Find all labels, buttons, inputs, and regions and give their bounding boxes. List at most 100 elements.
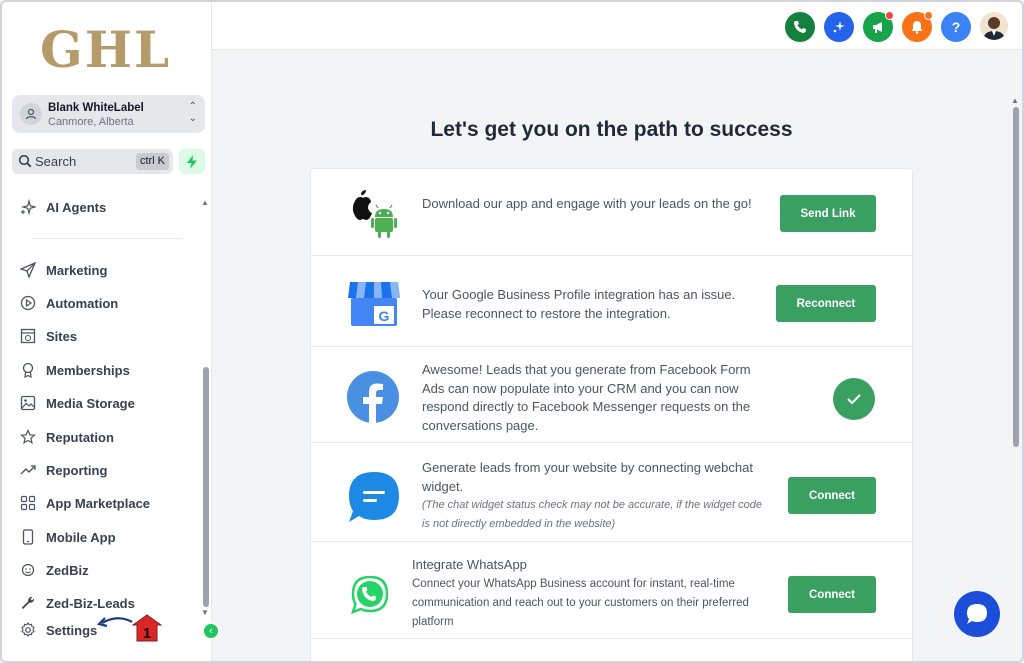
google-business-icon: G <box>348 282 400 326</box>
sidebar-item-zedbiz[interactable]: ZedBiz <box>18 559 193 581</box>
onboarding-card: Download our app and engage with your le… <box>310 168 913 661</box>
list-item: G Your Google Business Profile integrati… <box>311 256 912 347</box>
sidebar-scroll-down-icon[interactable]: ▼ <box>201 608 209 617</box>
svg-text:G: G <box>379 308 390 324</box>
sidebar-item-sites[interactable]: Sites <box>18 325 193 347</box>
bell-icon <box>911 21 923 34</box>
list-item: Generate leads from your website by conn… <box>311 443 912 542</box>
main-scroll-up-icon[interactable]: ▲ <box>1011 96 1019 105</box>
sidebar-divider <box>32 238 182 239</box>
sites-icon <box>18 326 38 346</box>
send-icon <box>18 260 38 280</box>
wrench-icon <box>18 593 38 613</box>
help-button[interactable]: ? <box>941 12 971 42</box>
row-description: Connect your WhatsApp Business account f… <box>412 577 749 628</box>
megaphone-icon <box>873 22 882 33</box>
sidebar-item-label: Reporting <box>46 462 108 478</box>
chat-widget-button[interactable] <box>954 591 1000 637</box>
sidebar-item-label: App Marketplace <box>46 495 151 511</box>
sidebar-item-label: Sites <box>46 328 78 344</box>
sidebar-item-label: Media Storage <box>46 395 135 411</box>
notifications-button[interactable] <box>902 11 933 42</box>
completed-check-icon <box>833 378 875 420</box>
sidebar-item-mobile-app[interactable]: Mobile App <box>18 526 193 548</box>
announcements-button[interactable] <box>863 11 894 42</box>
trend-icon <box>18 460 38 480</box>
notification-dot <box>924 11 933 20</box>
search-shortcut: ctrl K <box>135 153 169 170</box>
send-link-button[interactable]: Send Link <box>780 195 876 232</box>
sidebar-item-label: AI Agents <box>46 199 107 215</box>
webchat-icon <box>349 472 399 522</box>
row-description: Awesome! Leads that you generate from Fa… <box>422 362 751 433</box>
sidebar-item-zed-biz-leads[interactable]: Zed-Biz-Leads <box>18 592 193 614</box>
sidebar-item-label: Zed-Biz-Leads <box>46 595 135 611</box>
location-address: Canmore, Alberta <box>48 116 134 128</box>
phone-icon <box>794 21 806 33</box>
sidebar-item-reporting[interactable]: Reporting <box>18 459 193 481</box>
location-name: Blank WhiteLabel <box>48 102 144 114</box>
sidebar-item-label: Marketing <box>46 262 108 278</box>
row-description-block: Generate leads from your website by conn… <box>422 459 767 534</box>
row-description-block: Integrate WhatsApp Connect your WhatsApp… <box>412 556 762 632</box>
search-box[interactable]: Search ctrl K <box>12 149 173 174</box>
award-icon <box>18 360 38 380</box>
user-avatar[interactable] <box>980 12 1008 40</box>
reconnect-button[interactable]: Reconnect <box>776 285 876 322</box>
sidebar: GHL Blank WhiteLabel Canmore, Alberta ⌃ ⌄… <box>2 2 212 661</box>
search-icon <box>18 154 32 168</box>
gear-icon <box>18 620 38 640</box>
sidebar-item-label: Mobile App <box>46 529 116 545</box>
sidebar-item-reputation[interactable]: Reputation <box>18 426 193 448</box>
brand-logo[interactable]: GHL <box>40 22 171 78</box>
facebook-icon <box>347 371 399 423</box>
grid-icon <box>18 493 38 513</box>
magic-button[interactable] <box>824 12 854 42</box>
main-scrollbar[interactable] <box>1013 107 1019 447</box>
apple-android-icon <box>352 190 397 238</box>
row-title: Integrate WhatsApp <box>412 557 527 572</box>
location-switcher[interactable]: Blank WhiteLabel Canmore, Alberta ⌃ ⌄ <box>12 95 205 133</box>
sidebar-item-app-marketplace[interactable]: App Marketplace <box>18 492 193 514</box>
list-item <box>311 639 912 661</box>
row-description: Your Google Business Profile integration… <box>422 287 736 321</box>
row-note: (The chat widget status check may not be… <box>422 499 762 530</box>
annotation-arrow-icon <box>96 617 133 628</box>
notification-dot <box>885 11 894 20</box>
magic-icon <box>833 21 845 33</box>
quick-action-button[interactable] <box>179 149 205 174</box>
sidebar-scroll-up-icon[interactable]: ▲ <box>201 198 209 207</box>
sidebar-scrollbar[interactable] <box>203 367 209 607</box>
connect-webchat-button[interactable]: Connect <box>788 477 876 514</box>
star-icon <box>18 427 38 447</box>
chat-bubble-icon <box>967 604 987 624</box>
sparkle-icon <box>18 197 38 217</box>
search-placeholder: Search <box>35 154 77 169</box>
annotation-badge: 1 <box>132 614 162 642</box>
list-item: Download our app and engage with your le… <box>311 169 912 256</box>
whatsapp-icon <box>351 576 389 614</box>
sidebar-item-media-storage[interactable]: Media Storage <box>18 392 193 414</box>
annotation-number: 1 <box>143 625 151 642</box>
phone-icon <box>18 527 38 547</box>
bolt-icon <box>187 154 197 169</box>
sidebar-item-label: Memberships <box>46 362 130 378</box>
sidebar-item-label: Automation <box>46 295 119 311</box>
sidebar-item-ai-agents[interactable]: AI Agents <box>18 196 193 218</box>
automation-icon <box>18 293 38 313</box>
app-window: GHL Blank WhiteLabel Canmore, Alberta ⌃ ⌄… <box>0 0 1024 663</box>
row-description: Download our app and engage with your le… <box>422 196 752 211</box>
sidebar-item-automation[interactable]: Automation <box>18 292 193 314</box>
collapse-sidebar-button[interactable]: ‹ <box>202 622 220 640</box>
list-item: Integrate WhatsApp Connect your WhatsApp… <box>311 542 912 639</box>
row-description: Generate leads from your website by conn… <box>422 460 753 494</box>
page-title: Let's get you on the path to success <box>430 118 793 141</box>
help-icon: ? <box>951 19 961 35</box>
smile-icon <box>18 560 38 580</box>
chevron-updown-icon: ⌃ ⌄ <box>188 101 197 124</box>
sidebar-item-marketing[interactable]: Marketing <box>18 259 193 281</box>
sidebar-item-label: ZedBiz <box>46 562 89 578</box>
connect-whatsapp-button[interactable]: Connect <box>788 576 876 613</box>
sidebar-item-memberships[interactable]: Memberships <box>18 359 193 381</box>
phone-button[interactable] <box>785 12 815 42</box>
